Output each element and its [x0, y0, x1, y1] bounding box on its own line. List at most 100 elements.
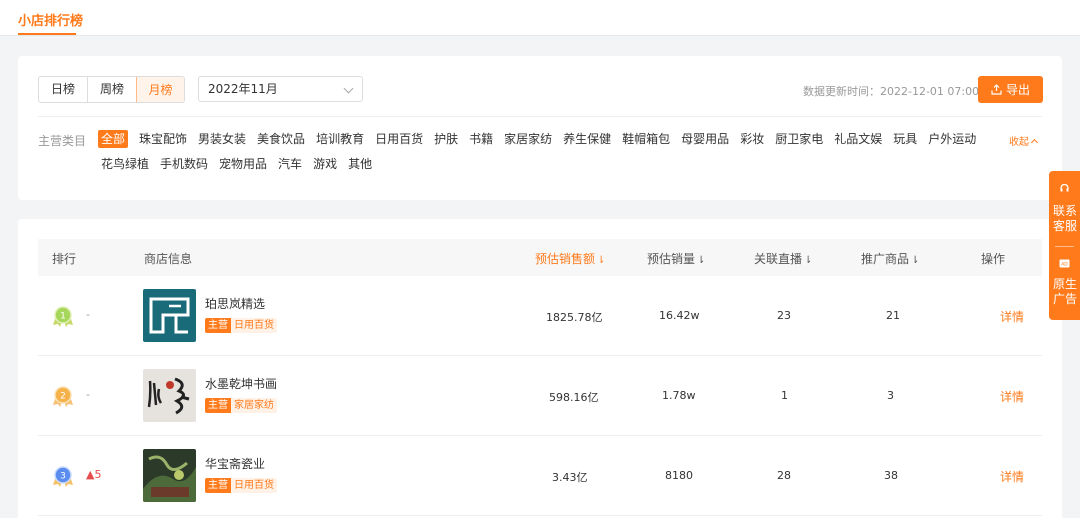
category-item[interactable]: 珠宝配饰: [139, 130, 187, 148]
rank-change: -: [86, 308, 90, 321]
main-category-tag: 主营: [205, 398, 231, 413]
contact-support-button[interactable]: 联系客服: [1053, 204, 1077, 234]
sales-amount: 1825.78亿: [546, 311, 603, 324]
category-item[interactable]: 美食饮品: [257, 130, 305, 148]
category-tag: 日用百货: [231, 478, 277, 493]
shop-name[interactable]: 珀思岚精选: [205, 295, 265, 312]
header-rank: 排行: [52, 252, 77, 266]
shop-avatar[interactable]: [143, 449, 196, 502]
header-sales-volume-label: 预估销量: [647, 252, 696, 266]
category-tag: 日用百货: [231, 318, 277, 333]
chevron-up-icon: [1030, 138, 1039, 146]
table-header: 排行 商店信息 预估销售额 ⇂ 预估销量 ⇂ 关联直播 ⇂ 推广商品 ⇂ 操作: [38, 239, 1042, 276]
divider: [38, 116, 1042, 117]
top-tab-bar: 小店排行榜: [0, 0, 1080, 36]
period-tab-monthly[interactable]: 月榜: [136, 77, 184, 102]
shop-name[interactable]: 华宝斋瓷业: [205, 455, 265, 472]
sort-icon: ⇂: [911, 255, 920, 266]
chevron-down-icon: [343, 83, 354, 94]
header-sales-amount-label: 预估销售额: [535, 252, 596, 266]
header-products-label: 推广商品: [861, 252, 910, 266]
shop-avatar[interactable]: [143, 289, 196, 342]
detail-link[interactable]: 详情: [1000, 468, 1024, 485]
category-item[interactable]: 其他: [348, 155, 372, 173]
category-item[interactable]: 玩具: [893, 130, 917, 148]
rank-medal-icon: 3: [53, 466, 73, 487]
category-item[interactable]: 日用百货: [375, 130, 423, 148]
table-row: 2 - 水墨乾坤书画 主营 家居家纺 598.16亿 1.78w 1 3 详情: [38, 356, 1042, 436]
category-item[interactable]: 养生保健: [563, 130, 611, 148]
table-row: 3 ▲5 华宝斋瓷业 主营 日用百货 3.43亿 8180 28 38 详情: [38, 436, 1042, 516]
category-item[interactable]: 全部: [98, 130, 129, 148]
category-item[interactable]: 培训教育: [316, 130, 364, 148]
sort-icon: ⇂: [697, 255, 706, 266]
header-action: 操作: [981, 252, 1006, 266]
filter-panel: 日榜 周榜 月榜 2022年11月 数据更新时间：2022-12-01 07:0…: [18, 56, 1062, 200]
period-tab-weekly[interactable]: 周榜: [88, 77, 137, 102]
rank-number: 3: [60, 472, 66, 482]
tab-shop-ranking[interactable]: 小店排行榜: [18, 10, 83, 29]
sales-volume: 8180: [665, 469, 693, 482]
category-item[interactable]: 护肤: [434, 130, 458, 148]
category-label: 主营类目: [38, 134, 87, 148]
category-item[interactable]: 礼品文娱: [834, 130, 882, 148]
period-tab-daily[interactable]: 日榜: [39, 77, 88, 102]
rank-medal-icon: 2: [53, 386, 73, 407]
category-item[interactable]: 鞋帽箱包: [622, 130, 670, 148]
category-item[interactable]: 游戏: [313, 155, 337, 173]
category-item[interactable]: 手机数码: [160, 155, 208, 173]
header-live[interactable]: 关联直播 ⇂: [754, 250, 812, 267]
category-item[interactable]: 彩妆: [740, 130, 764, 148]
header-sales-amount[interactable]: 预估销售额 ⇂: [535, 250, 605, 267]
native-ad-button[interactable]: 原生广告: [1053, 277, 1077, 307]
ad-icon-text: AD: [1061, 262, 1068, 268]
export-icon: [991, 84, 1002, 95]
ad-icon: AD: [1059, 259, 1070, 268]
header-sales-volume[interactable]: 预估销量 ⇂: [647, 250, 705, 267]
product-count: 38: [884, 469, 898, 482]
rank-change: ▲5: [86, 468, 102, 481]
category-item[interactable]: 男装女装: [198, 130, 246, 148]
export-button[interactable]: 导出: [978, 76, 1043, 103]
category-item[interactable]: 户外运动: [928, 130, 976, 148]
table-row: 1 - 珀思岚精选 主营 日用百货 1825.78亿 16.42w 23 21 …: [38, 276, 1042, 356]
category-item[interactable]: 汽车: [278, 155, 302, 173]
ranking-table: 排行 商店信息 预估销售额 ⇂ 预估销量 ⇂ 关联直播 ⇂ 推广商品 ⇂ 操作 1 - …: [18, 219, 1062, 518]
main-category-tag: 主营: [205, 478, 231, 493]
collapse-label: 收起: [1009, 137, 1029, 148]
header-live-label: 关联直播: [754, 252, 803, 266]
category-row-1: 全部 珠宝配饰 男装女装 美食饮品 培训教育 日用百货 护肤 书籍 家居家纺 养…: [98, 130, 987, 148]
floating-side-panel: 联系客服 AD 原生广告: [1049, 171, 1080, 320]
shop-avatar[interactable]: [143, 369, 196, 422]
detail-link[interactable]: 详情: [1000, 388, 1024, 405]
category-item[interactable]: 家居家纺: [504, 130, 552, 148]
category-item[interactable]: 花鸟绿植: [101, 155, 149, 173]
sort-icon: ⇂: [597, 255, 606, 266]
shop-tags: 主营 家居家纺: [205, 398, 277, 413]
header-products[interactable]: 推广商品 ⇂: [861, 250, 919, 267]
category-item[interactable]: 书籍: [469, 130, 493, 148]
header-shop-info: 商店信息: [144, 252, 193, 266]
rank-change: -: [86, 388, 90, 401]
category-item[interactable]: 母婴用品: [681, 130, 729, 148]
product-count: 3: [887, 389, 894, 402]
category-tag: 家居家纺: [231, 398, 277, 413]
collapse-categories-button[interactable]: 收起: [1009, 133, 1039, 148]
category-row-2: 花鸟绿植 手机数码 宠物用品 汽车 游戏 其他: [101, 155, 383, 173]
sales-amount: 3.43亿: [552, 471, 588, 484]
month-select[interactable]: 2022年11月: [198, 76, 363, 102]
live-count: 1: [781, 389, 788, 402]
sales-amount: 598.16亿: [549, 391, 599, 404]
live-count: 28: [777, 469, 791, 482]
product-count: 21: [886, 309, 900, 322]
divider: [1055, 246, 1074, 247]
shop-name[interactable]: 水墨乾坤书画: [205, 375, 277, 392]
shop-tags: 主营 日用百货: [205, 318, 277, 333]
export-label: 导出: [1005, 83, 1030, 97]
month-select-value: 2022年11月: [208, 82, 278, 96]
rank-number: 2: [60, 392, 66, 402]
category-item[interactable]: 厨卫家电: [775, 130, 823, 148]
data-update-time: 数据更新时间：2022-12-01 07:00: [803, 85, 980, 98]
detail-link[interactable]: 详情: [1000, 308, 1024, 325]
category-item[interactable]: 宠物用品: [219, 155, 267, 173]
